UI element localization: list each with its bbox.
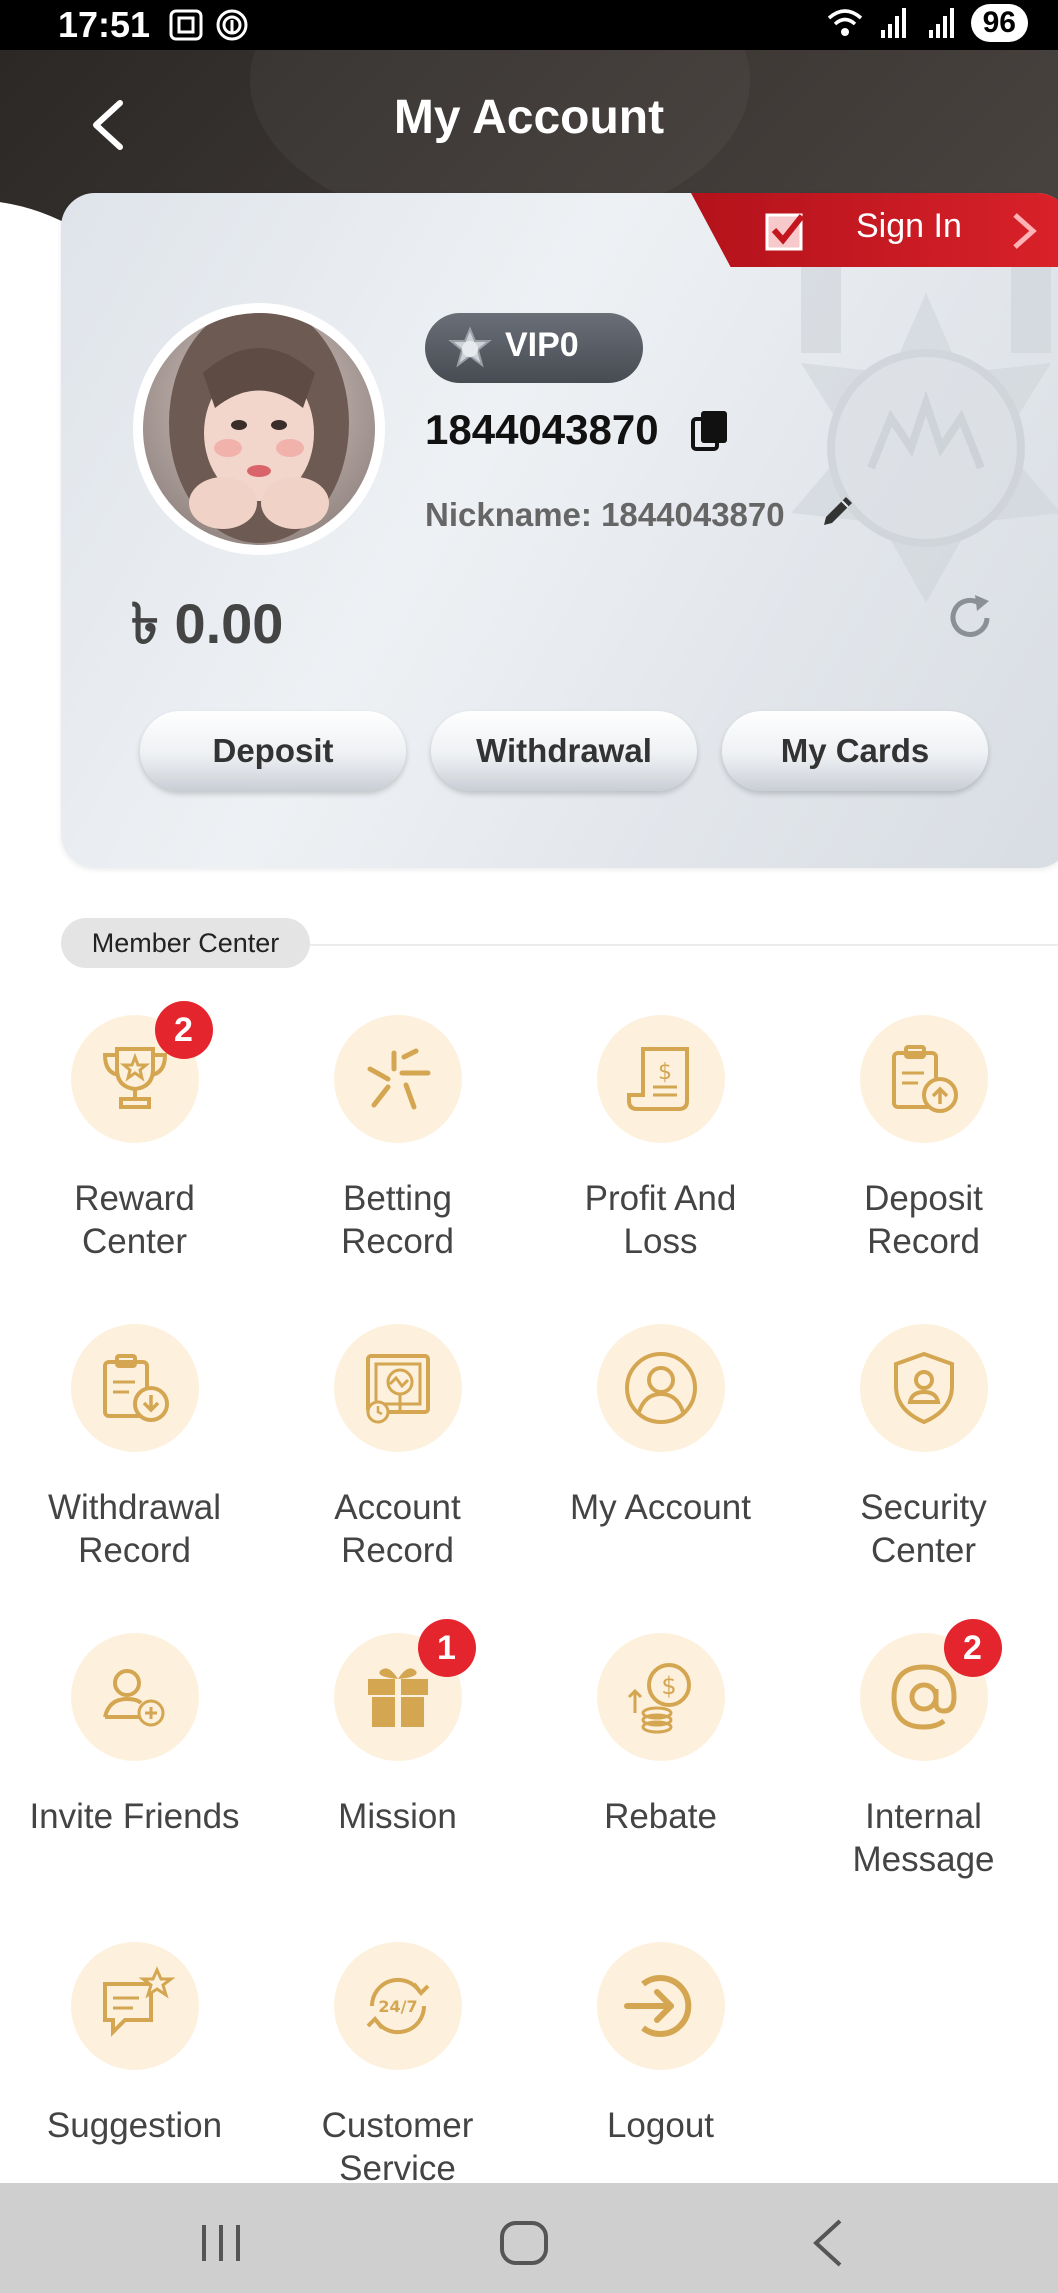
recent-apps-icon[interactable]: [196, 2219, 246, 2267]
reward-center-item[interactable]: 2 Reward Center: [3, 1001, 266, 1263]
balance: ৳ 0.00: [131, 592, 284, 655]
medal-icon: [448, 326, 492, 368]
invite-friends-label: Invite Friends: [29, 1797, 240, 1836]
system-nav-bar: [0, 2183, 1058, 2293]
suggestion-item[interactable]: Suggestion: [3, 1942, 266, 2147]
user-add-icon: [102, 1669, 164, 1727]
withdrawal-record-item[interactable]: Withdrawal Record: [3, 1324, 266, 1572]
vip-emblem-icon: [791, 253, 1058, 603]
reward-center-label: Reward Center: [74, 1179, 195, 1261]
chevron-right-icon: [1013, 213, 1037, 249]
nickname: Nickname: 1844043870: [425, 496, 785, 533]
customer-service-item[interactable]: 24/7 Customer Service: [266, 1942, 529, 2190]
security-center-label: Security Center: [860, 1488, 987, 1570]
invite-friends-item[interactable]: Invite Friends: [3, 1633, 266, 1838]
wifi-icon: [827, 9, 862, 36]
edit-pencil-icon[interactable]: [818, 491, 858, 531]
copy-icon[interactable]: [689, 407, 731, 453]
checkbox-checked-icon: [765, 213, 805, 251]
rebate-label: Rebate: [604, 1797, 717, 1836]
my-account-label: My Account: [570, 1488, 751, 1527]
screenshot-icon: [169, 9, 203, 41]
mission-label: Mission: [338, 1797, 457, 1836]
avatar[interactable]: [133, 303, 385, 555]
nav-back-icon[interactable]: [808, 2217, 848, 2269]
logout-item[interactable]: Logout: [529, 1942, 792, 2147]
shield-icon: [893, 1351, 954, 1425]
signal-r-icon: [928, 8, 954, 38]
notification-badge: 2: [943, 1619, 1002, 1677]
withdrawal-button[interactable]: Withdrawal: [431, 711, 697, 791]
betting-record-item[interactable]: Betting Record: [266, 1015, 529, 1263]
user-id: 1844043870: [425, 406, 659, 453]
customer-service-label: Customer Service: [321, 2106, 474, 2188]
account-record-item[interactable]: Account Record: [266, 1324, 529, 1572]
fingerprint-icon: [216, 9, 248, 41]
notification-badge: 1: [417, 1619, 476, 1677]
status-bar: 17:51 96: [0, 0, 1058, 50]
betting-record-label: Betting Record: [341, 1179, 454, 1261]
mission-item[interactable]: 1 Mission: [266, 1619, 529, 1838]
page-title: My Account: [393, 91, 665, 144]
logout-label: Logout: [606, 2106, 715, 2145]
deposit-record-label: Deposit Record: [864, 1179, 983, 1261]
my-account-item[interactable]: My Account: [529, 1324, 792, 1529]
betting-icon: [367, 1048, 430, 1110]
divider: [300, 944, 1058, 946]
internal-message-item[interactable]: 2 Internal Message: [792, 1619, 1055, 1881]
account-record-label: Account Record: [334, 1488, 461, 1570]
svg-text:$: $: [658, 1060, 672, 1085]
vip-level: VIP0: [505, 326, 579, 364]
at-icon: [890, 1664, 957, 1730]
internal-message-label: Internal Message: [852, 1797, 995, 1879]
clipboard-upload-icon: [891, 1045, 958, 1113]
sign-in-label[interactable]: Sign In: [856, 207, 962, 246]
clipboard-download-icon: [102, 1354, 169, 1422]
security-center-item[interactable]: Security Center: [792, 1324, 1055, 1572]
profile-card: Sign In VIP0 1844043870 Nickname: 184404…: [61, 193, 1058, 868]
deposit-record-item[interactable]: Deposit Record: [792, 1015, 1055, 1263]
home-icon[interactable]: [498, 2219, 550, 2267]
chat-icon: [102, 1966, 175, 2037]
my-cards-button[interactable]: My Cards: [722, 711, 988, 791]
status-time: 17:51: [58, 4, 151, 45]
user-icon: [624, 1352, 697, 1424]
coins-icon: $: [627, 1663, 691, 1734]
withdrawal-record-label: Withdrawal Record: [47, 1488, 222, 1570]
profit-and-loss-label: Profit And Loss: [584, 1179, 737, 1261]
member-center-tab: Member Center: [61, 918, 310, 968]
battery-indicator: 96: [970, 4, 1028, 42]
svg-text:$: $: [661, 1672, 676, 1700]
refresh-icon[interactable]: [943, 591, 997, 645]
support-icon: 24/7: [366, 1977, 429, 2035]
deposit-button[interactable]: Deposit: [140, 711, 406, 791]
receipt-icon: $: [626, 1047, 689, 1111]
trophy-icon: [102, 1047, 167, 1109]
signal-icon: [880, 8, 906, 38]
vip-badge: VIP0: [425, 313, 643, 383]
svg-text:24/7: 24/7: [378, 1997, 417, 2016]
profit-and-loss-item[interactable]: $ Profit And Loss: [529, 1015, 792, 1263]
logout-icon: [623, 1975, 691, 2037]
rebate-item[interactable]: $ Rebate: [529, 1633, 792, 1838]
account-record-icon: [365, 1354, 430, 1424]
suggestion-label: Suggestion: [46, 2106, 223, 2145]
notification-badge: 2: [154, 1001, 213, 1059]
avatar-photo: [143, 313, 375, 545]
gift-icon: [367, 1668, 428, 1727]
